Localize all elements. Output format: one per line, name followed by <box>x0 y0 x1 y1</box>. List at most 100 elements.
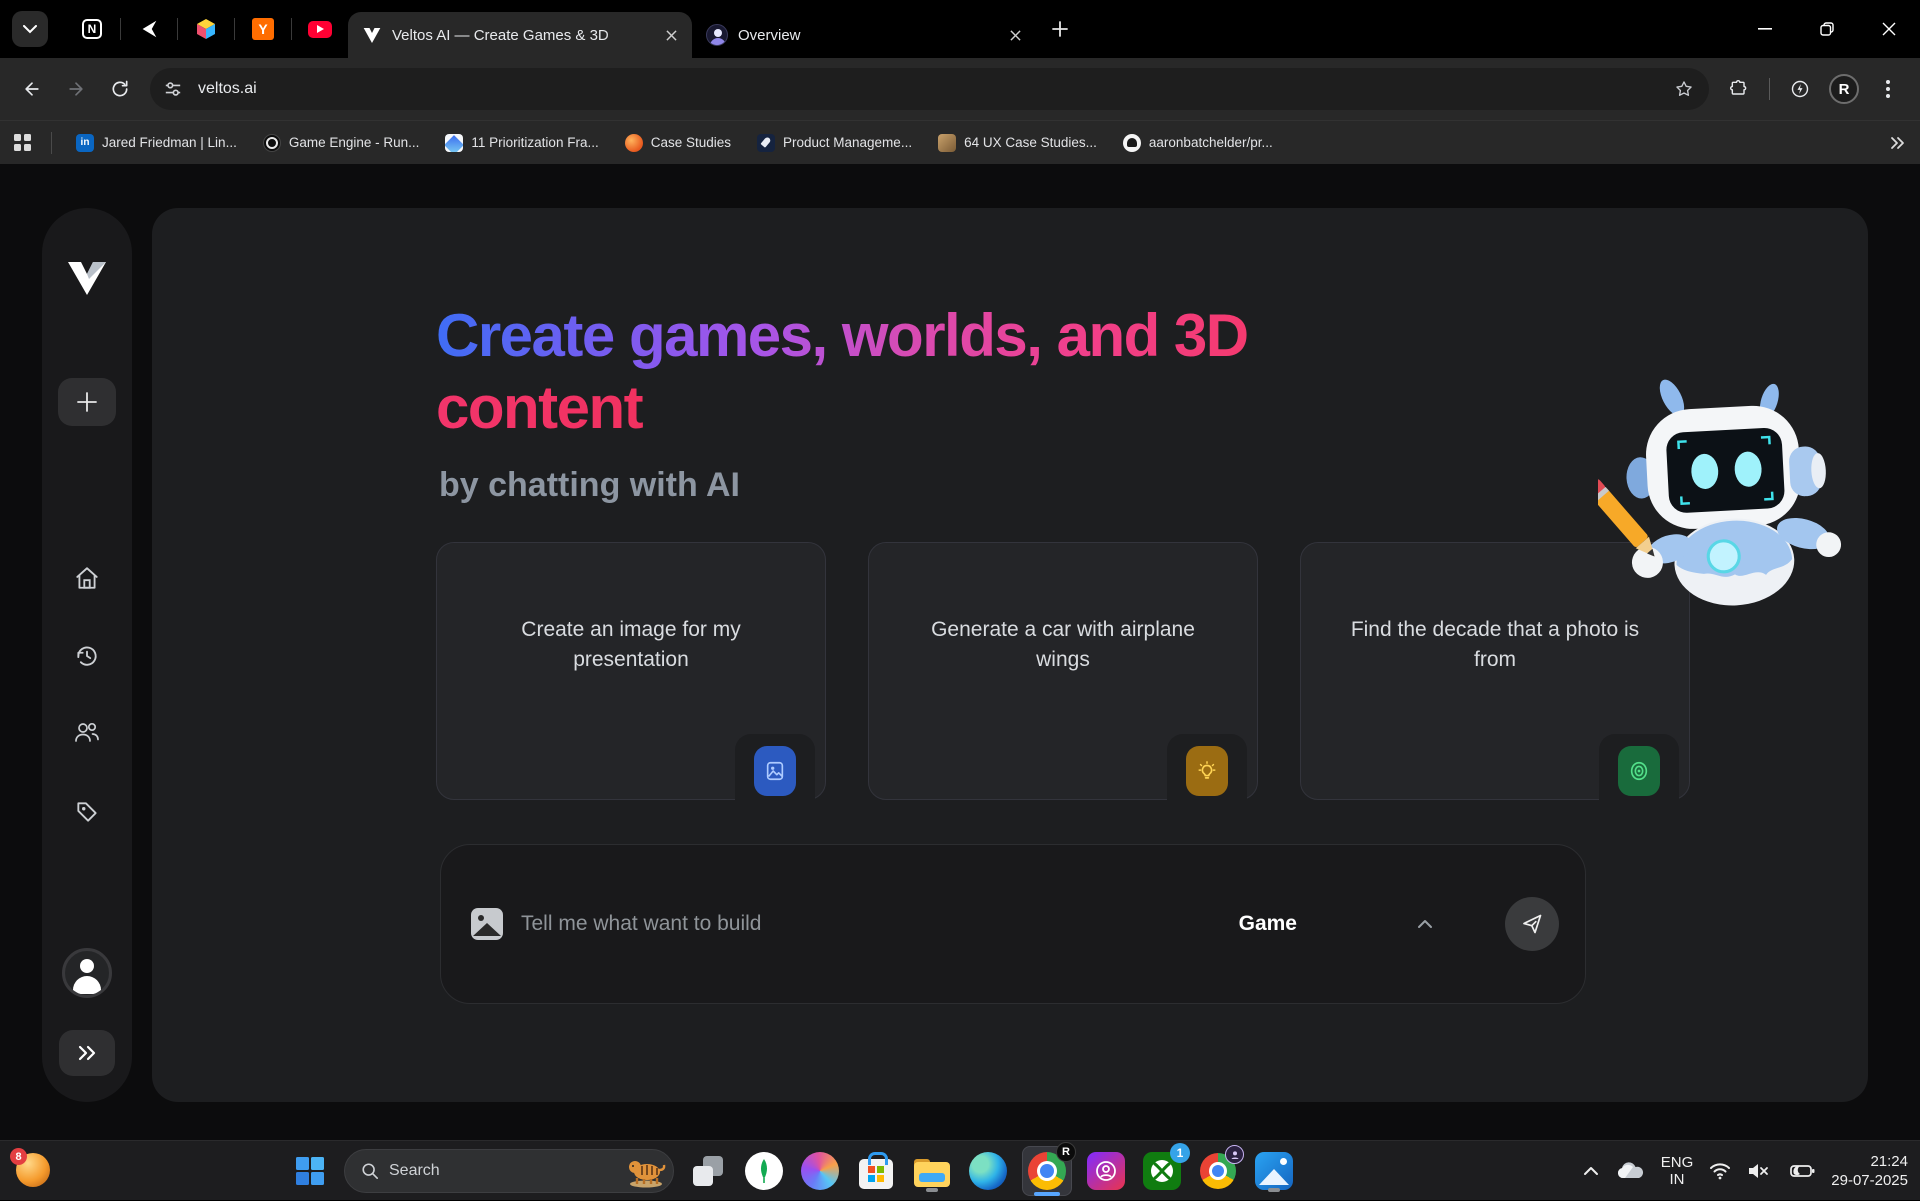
tab-title: Overview <box>738 27 994 44</box>
search-placeholder: Search <box>389 1162 615 1180</box>
chrome-profile-app[interactable] <box>1196 1149 1240 1193</box>
sidebar-item-tags[interactable] <box>74 799 100 825</box>
system-tray: ENG IN 21:24 29-07-2025 <box>1583 1141 1908 1201</box>
bookmark-game-engine[interactable]: Game Engine - Run... <box>255 129 428 157</box>
copilot-app[interactable] <box>798 1149 842 1193</box>
attach-image-icon[interactable] <box>471 908 503 940</box>
microsoft-store-app[interactable] <box>854 1149 898 1193</box>
reload-button[interactable] <box>100 69 140 109</box>
battery-saver-icon[interactable] <box>1785 1162 1815 1180</box>
sidebar-expand-button[interactable] <box>59 1030 115 1076</box>
start-button[interactable] <box>288 1149 332 1193</box>
mongodb-app[interactable] <box>742 1149 786 1193</box>
wifi-icon[interactable] <box>1709 1162 1731 1180</box>
tab-close-button[interactable] <box>1004 24 1026 46</box>
bookmark-prioritization[interactable]: 11 Prioritization Fra... <box>437 129 606 157</box>
new-tab-button[interactable] <box>1042 11 1078 47</box>
window-controls <box>1734 0 1920 58</box>
windows-start-icon <box>295 1156 325 1186</box>
sidebar-item-history[interactable] <box>74 643 100 669</box>
profile-avatar: R <box>1829 74 1859 104</box>
suggestion-card-generate[interactable]: Generate a car with airplane wings <box>868 542 1258 800</box>
suggestion-card-image[interactable]: Create an image for my presentation <box>436 542 826 800</box>
minimize-button[interactable] <box>1734 0 1796 58</box>
new-project-button[interactable] <box>58 378 116 426</box>
tray-chevron-up-icon[interactable] <box>1583 1166 1599 1176</box>
tab-veltos[interactable]: Veltos AI — Create Games & 3D <box>348 12 692 58</box>
taskbar-search[interactable]: Search <box>344 1149 674 1193</box>
page-subtitle: by chatting with AI <box>439 466 740 505</box>
prompt-composer[interactable]: Game <box>440 844 1586 1004</box>
page-title-line1: Create games, worlds, and 3D <box>436 300 1248 372</box>
edge-app[interactable] <box>966 1149 1010 1193</box>
volume-muted-icon[interactable] <box>1747 1162 1769 1180</box>
bookmark-ux-case-studies[interactable]: 64 UX Case Studies... <box>930 129 1105 157</box>
tab-close-button[interactable] <box>660 24 682 46</box>
file-explorer-app[interactable] <box>910 1149 954 1193</box>
maximize-button[interactable] <box>1796 0 1858 58</box>
mongodb-icon <box>745 1152 783 1190</box>
bookmark-star-button[interactable] <box>1667 72 1701 106</box>
pinned-tab-ycombinator[interactable]: Y <box>235 11 291 47</box>
pinned-tab-arrow[interactable] <box>121 11 177 47</box>
microsoft-store-icon <box>859 1159 893 1189</box>
case-studies-favicon <box>625 134 643 152</box>
pinned-tab-notion[interactable]: N <box>64 11 120 47</box>
widgets-button[interactable]: 8 <box>16 1153 52 1189</box>
url-text[interactable]: veltos.ai <box>198 80 1667 98</box>
language-indicator[interactable]: ENG IN <box>1661 1154 1694 1189</box>
ycombinator-favicon: Y <box>252 18 274 40</box>
photos-app[interactable] <box>1252 1149 1296 1193</box>
bookmark-jared-friedman[interactable]: in Jared Friedman | Lin... <box>68 129 245 157</box>
search-tiger-image <box>625 1154 667 1188</box>
chrome-app-active[interactable]: R <box>1022 1146 1072 1196</box>
date: 29-07-2025 <box>1831 1171 1908 1191</box>
page-viewport: Create games, worlds, and 3D content by … <box>0 164 1920 1140</box>
restore-icon <box>1820 22 1834 36</box>
sidebar-item-home[interactable] <box>74 565 100 591</box>
bookmark-github-repo[interactable]: aaronbatchelder/pr... <box>1115 129 1281 157</box>
back-icon <box>22 79 42 99</box>
bookmark-case-studies[interactable]: Case Studies <box>617 129 739 157</box>
site-info-button[interactable] <box>156 72 190 106</box>
bookmark-product-management[interactable]: Product Manageme... <box>749 129 920 157</box>
app-sidebar <box>42 208 132 1102</box>
bookmarks-overflow-chevron-icon[interactable] <box>1890 136 1906 150</box>
copilot-icon <box>801 1152 839 1190</box>
address-bar[interactable]: veltos.ai <box>150 68 1709 110</box>
close-window-button[interactable] <box>1858 0 1920 58</box>
veltos-logo <box>64 259 110 297</box>
pinned-tab-cube[interactable] <box>178 11 234 47</box>
clock[interactable]: 21:24 29-07-2025 <box>1831 1152 1908 1191</box>
prompt-input[interactable] <box>521 912 1239 936</box>
profile-button[interactable]: R <box>1824 69 1864 109</box>
plus-icon <box>1052 21 1068 37</box>
close-icon <box>1882 22 1896 36</box>
mode-selector-caret[interactable] <box>1417 919 1433 929</box>
extensions-button[interactable] <box>1719 69 1759 109</box>
pinned-tabs: N Y <box>64 11 348 47</box>
xbox-app[interactable]: 1 <box>1140 1149 1184 1193</box>
back-button[interactable] <box>12 69 52 109</box>
tab-search-button[interactable] <box>12 11 48 47</box>
browser-menu-button[interactable] <box>1868 69 1908 109</box>
sidebar-item-community[interactable] <box>73 720 101 746</box>
forward-icon <box>66 79 86 99</box>
pinned-tab-youtube[interactable] <box>292 11 348 47</box>
send-button[interactable] <box>1505 897 1559 951</box>
ai-assistant-app[interactable] <box>1084 1149 1128 1193</box>
chevron-down-icon <box>23 25 37 34</box>
mode-selector-label[interactable]: Game <box>1239 912 1297 936</box>
performance-button[interactable] <box>1780 69 1820 109</box>
close-icon <box>666 30 677 41</box>
task-view-button[interactable] <box>686 1149 730 1193</box>
onedrive-icon[interactable] <box>1615 1161 1645 1181</box>
puzzle-icon <box>1729 79 1749 99</box>
forward-button[interactable] <box>56 69 96 109</box>
edge-icon <box>969 1152 1007 1190</box>
user-avatar[interactable] <box>62 948 112 998</box>
tab-overview[interactable]: Overview <box>692 12 1036 58</box>
github-favicon <box>1123 134 1141 152</box>
apps-grid-icon[interactable] <box>14 134 31 151</box>
lightbulb-icon <box>1196 760 1218 782</box>
